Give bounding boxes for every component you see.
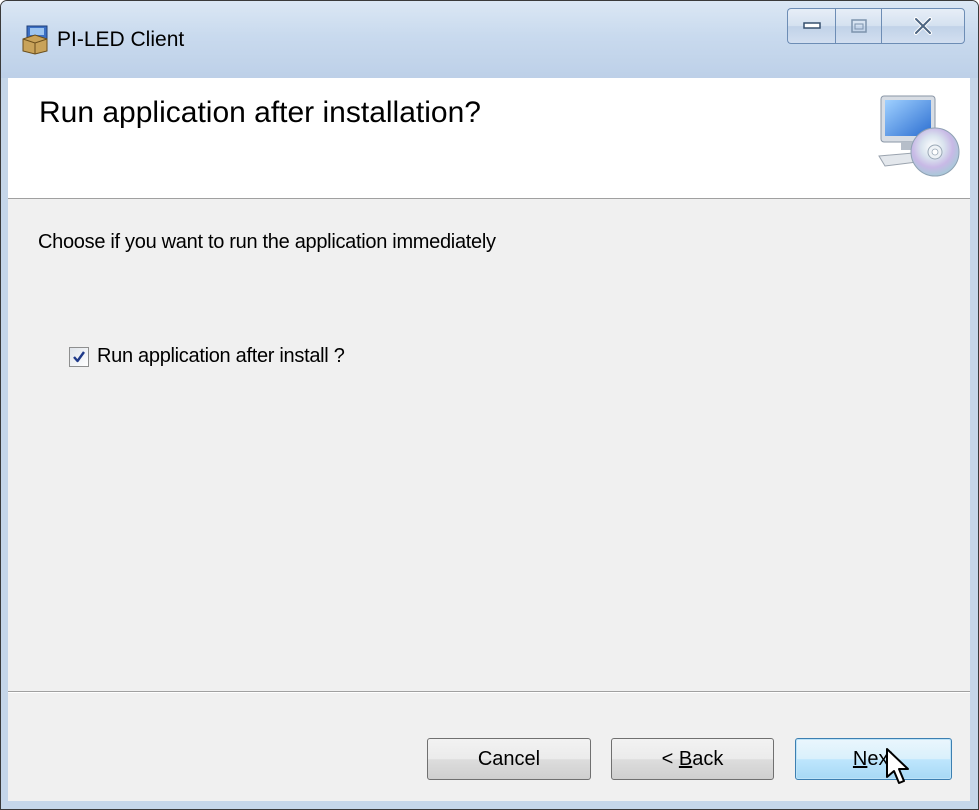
computer-cd-icon (875, 92, 965, 178)
maximize-button[interactable] (835, 8, 881, 44)
back-button-prefix: < (661, 748, 679, 770)
installer-window: PI-LED Client Run application after inst… (0, 0, 979, 810)
footer-divider (8, 691, 970, 693)
title-bar[interactable]: PI-LED Client (1, 1, 978, 78)
caption-buttons (787, 8, 965, 44)
instruction-text: Choose if you want to run the applicatio… (38, 231, 496, 253)
run-after-install-checkbox[interactable] (69, 346, 89, 367)
next-button-accelerator: N (852, 748, 868, 770)
checkmark-icon (73, 350, 85, 362)
header-banner: Run application after installation? (8, 78, 970, 199)
minimize-icon (802, 22, 821, 29)
dialog-client-area: Run application after installation? Choo… (8, 78, 970, 801)
page-title: Run application after installation? (39, 96, 481, 129)
back-button-label-rest: ack (692, 748, 724, 770)
installer-app-icon (21, 25, 49, 55)
window-title: PI-LED Client (57, 28, 185, 51)
close-button[interactable] (881, 8, 965, 44)
cancel-button[interactable]: Cancel (427, 738, 591, 780)
back-button[interactable]: < Back (611, 738, 774, 780)
next-button[interactable]: Next (795, 738, 952, 780)
back-button-accelerator: B (678, 748, 693, 770)
maximize-icon (850, 19, 867, 33)
mouse-pointer-icon (885, 747, 917, 787)
run-after-install-label[interactable]: Run application after install ? (97, 345, 345, 368)
run-after-install-option[interactable]: Run application after install ? (69, 345, 345, 368)
close-icon (914, 17, 932, 35)
minimize-button[interactable] (787, 8, 835, 44)
